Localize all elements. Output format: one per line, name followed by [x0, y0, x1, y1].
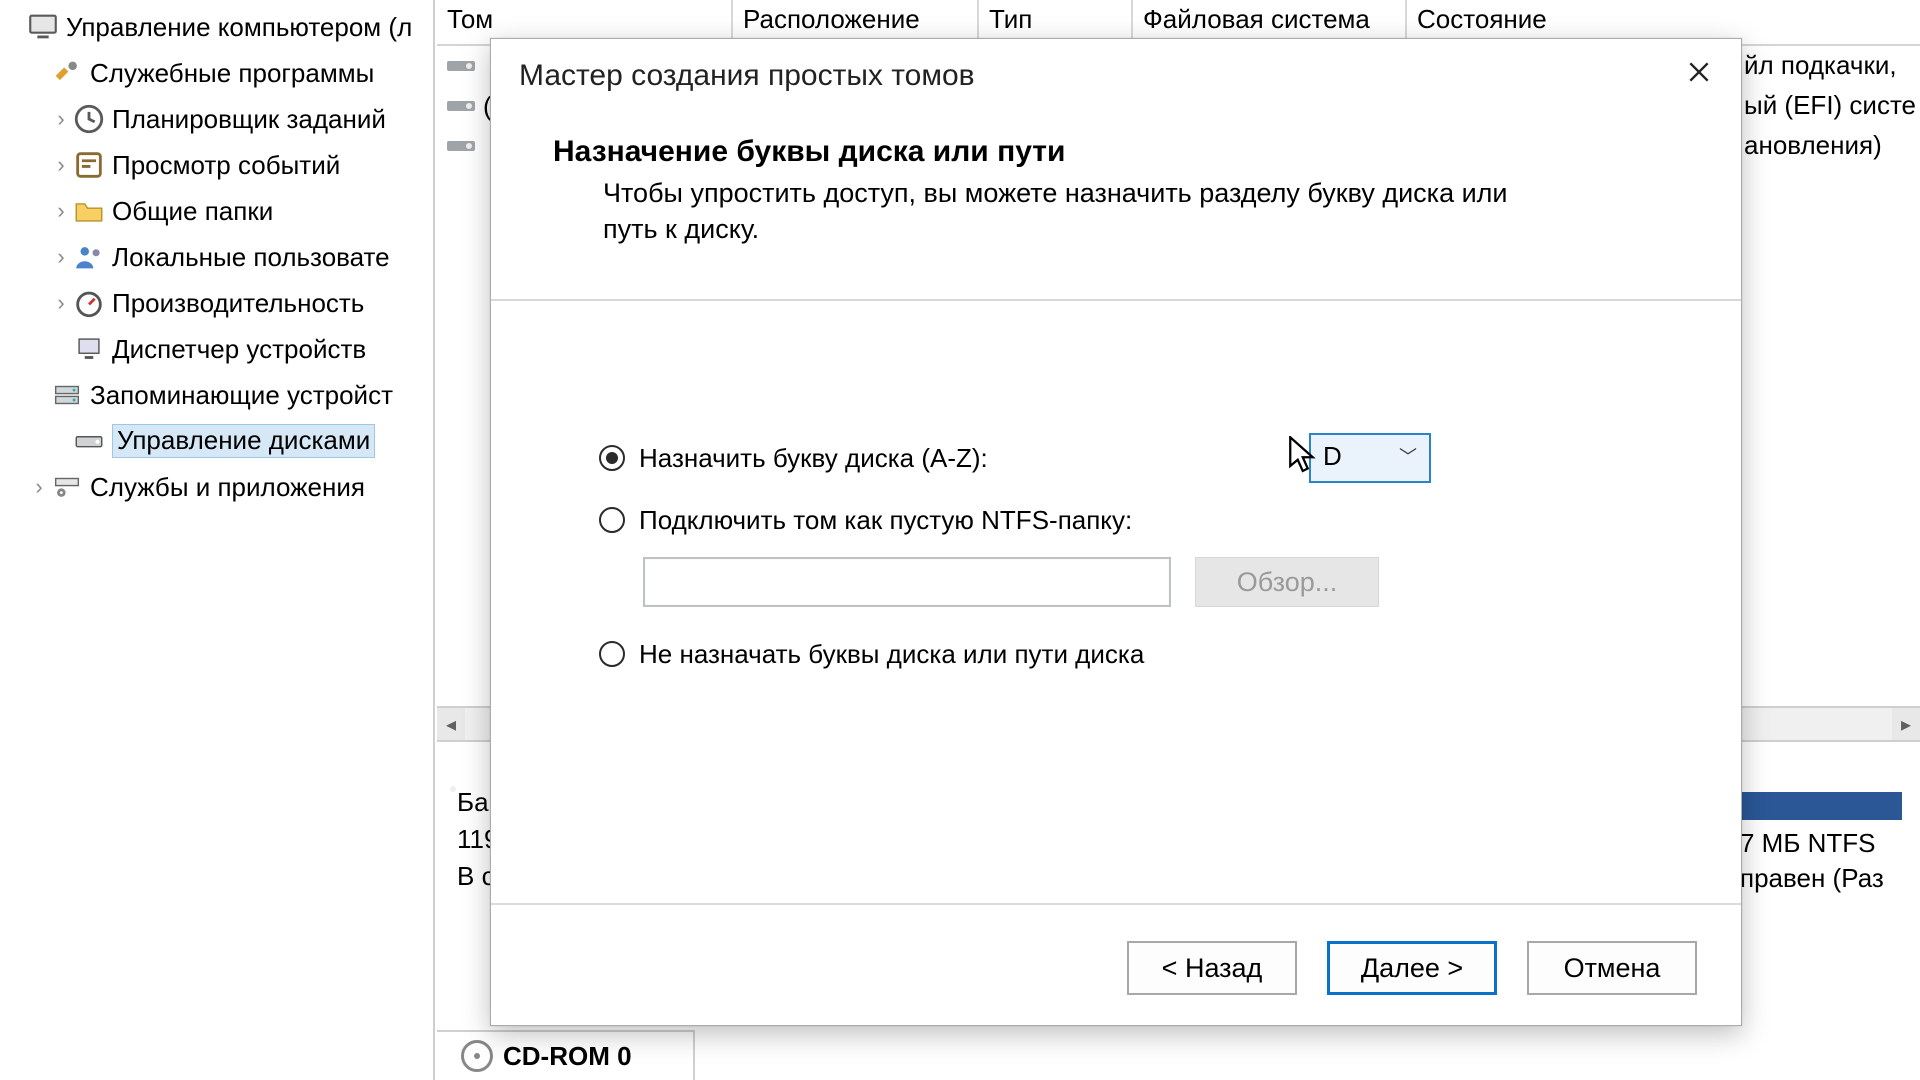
next-button[interactable]: Далее >: [1327, 941, 1497, 995]
separator: [491, 299, 1741, 301]
computer-icon: [26, 10, 60, 44]
close-icon: [1686, 59, 1712, 85]
cdrom-block[interactable]: CD-ROM 0: [437, 1030, 695, 1080]
tree-label: Управление дисками: [112, 424, 375, 458]
close-button[interactable]: [1667, 47, 1731, 97]
tree-root-computer-management[interactable]: ▸ Управление компьютером (л: [0, 4, 433, 50]
radio-mount-ntfs[interactable]: [599, 507, 625, 533]
status-text: ановления): [1744, 126, 1920, 166]
nav-tree: ▸ Управление компьютером (л ▸ Служебные …: [0, 0, 433, 510]
separator: [491, 903, 1741, 905]
services-icon: [50, 470, 84, 504]
ntfs-path-input[interactable]: [643, 557, 1171, 607]
volume-tile-size: 7 МБ NTFS: [1740, 826, 1894, 861]
simple-volume-wizard-dialog: Мастер создания простых томов Назначение…: [490, 38, 1742, 1026]
tree-label: Планировщик заданий: [112, 104, 386, 135]
shared-folder-icon: [72, 194, 106, 228]
users-icon: [72, 240, 106, 274]
tree-shared-folders[interactable]: › Общие папки: [0, 188, 433, 234]
tree-system-tools[interactable]: ▸ Служебные программы: [0, 50, 433, 96]
wizard-subheader: Назначение буквы диска или пути Чтобы уп…: [553, 135, 1701, 248]
option-mount-ntfs-label: Подключить том как пустую NTFS-папку:: [639, 505, 1132, 536]
option-no-assign-row: Не назначать буквы диска или пути диска: [599, 629, 1671, 679]
chevron-down-icon: ﹀: [1399, 443, 1417, 469]
tree-label: Службы и приложения: [90, 472, 365, 503]
back-button[interactable]: < Назад: [1127, 941, 1297, 995]
option-assign-letter-row: Назначить букву диска (A-Z): D ﹀: [599, 433, 1671, 483]
volume-icon: [447, 61, 475, 71]
volume-icon: [447, 101, 475, 111]
tree-label: Диспетчер устройств: [112, 334, 366, 365]
wizard-body: Назначить букву диска (A-Z): D ﹀ Подключ…: [599, 433, 1671, 691]
cdrom-icon: [461, 1040, 493, 1072]
tree-label: Служебные программы: [90, 58, 374, 89]
storage-icon: [50, 378, 84, 412]
tree-label: Локальные пользовате: [112, 242, 390, 273]
wizard-title: Мастер создания простых томов: [519, 59, 975, 93]
status-column-overflow: йл подкачки, ый (EFI) систе ановления): [1744, 46, 1920, 166]
tree-label: Управление компьютером (л: [66, 12, 412, 43]
volume-icon: [447, 141, 475, 151]
drive-letter-select[interactable]: D ﹀: [1309, 433, 1431, 483]
option-no-assign-label: Не назначать буквы диска или пути диска: [639, 639, 1144, 670]
tree-services-apps[interactable]: › Службы и приложения: [0, 464, 433, 510]
wizard-description: Чтобы упростить доступ, вы можете назнач…: [603, 175, 1543, 248]
volume-tile[interactable]: 7 МБ NTFS правен (Раз: [1732, 792, 1902, 992]
scroll-right-button[interactable]: ▸: [1892, 708, 1920, 740]
wizard-heading: Назначение буквы диска или пути: [553, 135, 1701, 169]
drive-letter-value: D: [1323, 441, 1342, 472]
tree-event-viewer[interactable]: › Просмотр событий: [0, 142, 433, 188]
performance-icon: [72, 286, 106, 320]
option-assign-letter-label: Назначить букву диска (A-Z):: [639, 443, 988, 474]
tree-label: Производительность: [112, 288, 364, 319]
tree-disk-management[interactable]: › Управление дисками: [0, 418, 433, 464]
tools-icon: [50, 56, 84, 90]
clock-icon: [72, 102, 106, 136]
cancel-button[interactable]: Отмена: [1527, 941, 1697, 995]
tree-performance[interactable]: › Производительность: [0, 280, 433, 326]
tree-local-users[interactable]: › Локальные пользовате: [0, 234, 433, 280]
nav-tree-panel: ▸ Управление компьютером (л ▸ Служебные …: [0, 0, 435, 1080]
tree-device-manager[interactable]: › Диспетчер устройств: [0, 326, 433, 372]
ntfs-path-row: Обзор...: [643, 557, 1671, 607]
tree-label: Просмотр событий: [112, 150, 340, 181]
status-text: ый (EFI) систе: [1744, 86, 1920, 126]
radio-assign-letter[interactable]: [599, 445, 625, 471]
status-text: йл подкачки,: [1744, 46, 1920, 86]
tree-label: Запоминающие устройст: [90, 380, 393, 411]
event-log-icon: [72, 148, 106, 182]
option-mount-ntfs-row: Подключить том как пустую NTFS-папку:: [599, 495, 1671, 545]
disk-icon: [72, 424, 106, 458]
tree-label: Общие папки: [112, 196, 273, 227]
tree-storage[interactable]: › Запоминающие устройст: [0, 372, 433, 418]
cdrom-label: CD-ROM 0: [503, 1041, 632, 1072]
scroll-left-button[interactable]: ◂: [437, 708, 465, 740]
browse-button: Обзор...: [1195, 557, 1379, 607]
radio-no-assign[interactable]: [599, 641, 625, 667]
device-manager-icon: [72, 332, 106, 366]
tree-task-scheduler[interactable]: › Планировщик заданий: [0, 96, 433, 142]
volume-tile-status: правен (Раз: [1740, 861, 1894, 896]
wizard-footer: < Назад Далее > Отмена: [491, 941, 1741, 995]
